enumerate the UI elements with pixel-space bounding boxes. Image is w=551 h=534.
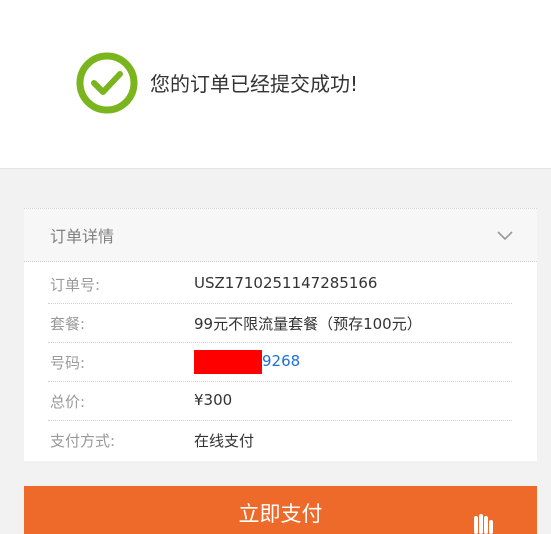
plan-row: 套餐: 99元不限流量套餐（预存100元） (48, 304, 512, 343)
plan-value: 99元不限流量套餐（预存100元） (194, 315, 422, 333)
payment-method-label: 支付方式: (50, 432, 116, 450)
order-details-header[interactable]: 订单详情 (24, 209, 537, 262)
tap-hand-icon (474, 514, 493, 534)
phone-number-row: 号码: 9268 (48, 343, 512, 382)
plan-label: 套餐: (50, 315, 86, 333)
phone-number-value[interactable]: 9268 (262, 352, 300, 370)
order-details-title: 订单详情 (50, 227, 115, 246)
order-number-value: USZ1710251147285166 (194, 274, 378, 292)
phone-number-label: 号码: (50, 354, 86, 372)
payment-method-value: 在线支付 (194, 432, 255, 450)
total-price-label: 总价: (50, 393, 86, 411)
order-details-card: 订单详情 订单号: USZ1710251147285166 套餐: 99元不限流… (24, 208, 537, 461)
check-circle-icon (76, 52, 138, 114)
success-message: 您的订单已经提交成功! (150, 72, 359, 96)
chevron-down-icon[interactable] (497, 228, 513, 242)
pay-now-button[interactable]: 立即支付 (24, 486, 537, 534)
success-banner: 您的订单已经提交成功! (0, 0, 551, 169)
order-number-row: 订单号: USZ1710251147285166 (48, 265, 512, 304)
pay-now-label: 立即支付 (238, 503, 323, 526)
order-number-label: 订单号: (50, 276, 101, 294)
redaction-block (194, 350, 262, 374)
total-price-row: 总价: ¥300 (48, 382, 512, 421)
total-price-value: ¥300 (194, 391, 233, 409)
payment-method-row: 支付方式: 在线支付 (48, 421, 512, 459)
